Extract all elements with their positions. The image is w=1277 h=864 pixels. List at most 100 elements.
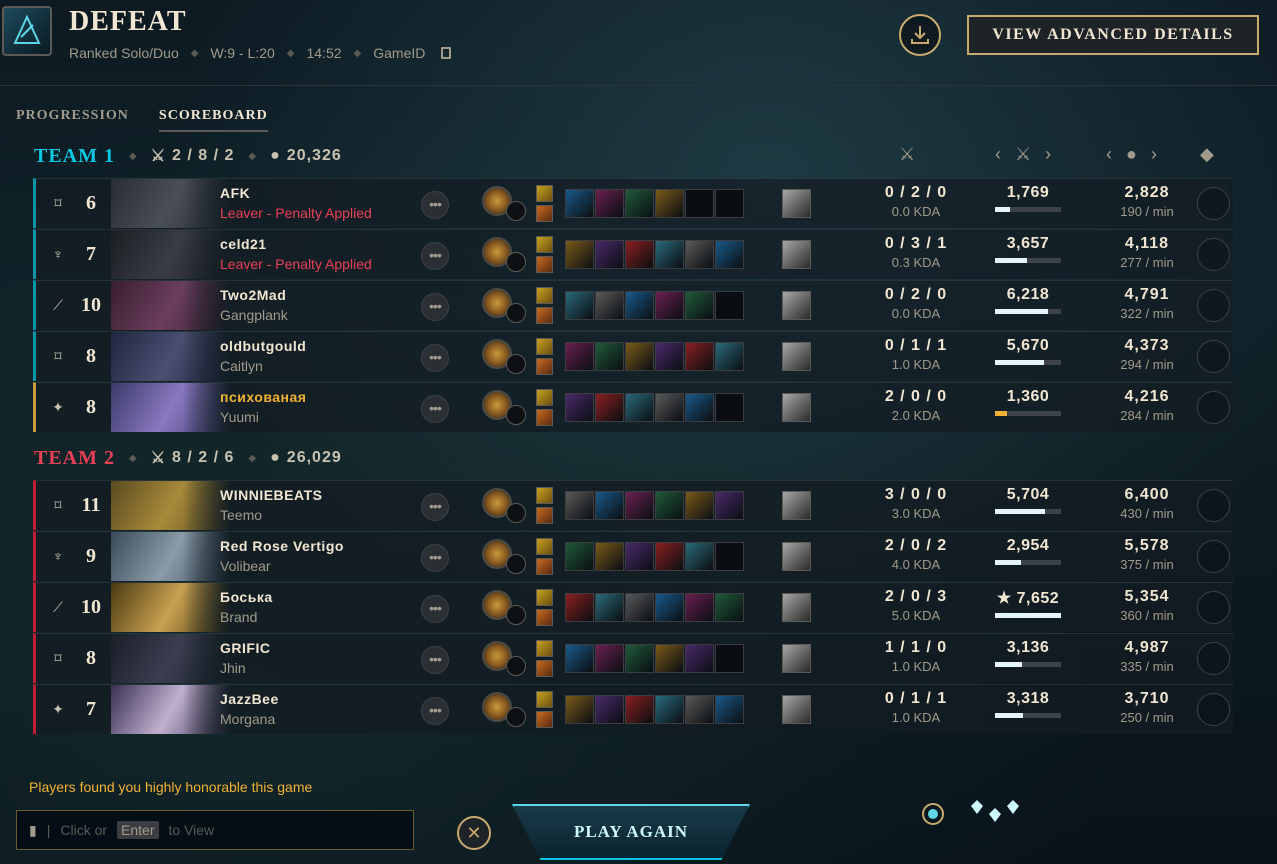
chat-input[interactable]: ▮ | Click or Enter to View	[16, 810, 414, 850]
trinket-slot[interactable]	[782, 644, 811, 673]
item-slot[interactable]	[565, 393, 594, 422]
item-slot[interactable]	[595, 542, 624, 571]
item-slot[interactable]	[715, 644, 744, 673]
trinket-slot[interactable]	[782, 491, 811, 520]
item-slot[interactable]	[595, 189, 624, 218]
play-again-button[interactable]: PLAY AGAIN	[512, 804, 750, 860]
item-slot[interactable]	[595, 593, 624, 622]
item-slot[interactable]	[655, 644, 684, 673]
tab-progression[interactable]: PROGRESSION	[16, 108, 129, 132]
item-slot[interactable]	[655, 189, 684, 218]
item-slot[interactable]	[715, 593, 744, 622]
item-slot[interactable]	[565, 189, 594, 218]
more-options-button[interactable]: •••	[421, 395, 449, 423]
trinket-slot[interactable]	[782, 593, 811, 622]
item-slot[interactable]	[595, 644, 624, 673]
player-row[interactable]: ♆ 7 celd21 Leaver - Penalty Applied ••• …	[33, 229, 1233, 279]
item-slot[interactable]	[685, 342, 714, 371]
player-row[interactable]: ⟋ 10 Боська Brand ••• 2 / 0 / 3 5.0 KDA …	[33, 582, 1233, 632]
item-slot[interactable]	[655, 542, 684, 571]
item-slot[interactable]	[625, 695, 654, 724]
download-button[interactable]	[899, 14, 941, 56]
item-slot[interactable]	[715, 393, 744, 422]
item-slot[interactable]	[625, 644, 654, 673]
more-options-button[interactable]: •••	[421, 493, 449, 521]
chevron-right-icon[interactable]: ›	[1045, 144, 1051, 165]
trinket-slot[interactable]	[782, 342, 811, 371]
item-slot[interactable]	[565, 240, 594, 269]
item-slot[interactable]	[565, 695, 594, 724]
item-slot[interactable]	[625, 491, 654, 520]
gold-column-header[interactable]: ‹ ● ›	[1106, 144, 1157, 165]
trinket-slot[interactable]	[782, 240, 811, 269]
more-options-button[interactable]: •••	[421, 293, 449, 321]
more-options-button[interactable]: •••	[421, 697, 449, 725]
item-slot[interactable]	[715, 240, 744, 269]
player-name[interactable]: Боська	[220, 589, 273, 605]
player-name[interactable]: oldbutgould	[220, 338, 306, 354]
item-slot[interactable]	[715, 491, 744, 520]
item-slot[interactable]	[625, 189, 654, 218]
item-slot[interactable]	[655, 491, 684, 520]
player-row[interactable]: ⌑ 8 oldbutgould Caitlyn ••• 0 / 1 / 1 1.…	[33, 331, 1233, 381]
item-slot[interactable]	[625, 291, 654, 320]
item-slot[interactable]	[595, 291, 624, 320]
item-slot[interactable]	[625, 393, 654, 422]
item-slot[interactable]	[685, 291, 714, 320]
player-row[interactable]: ✦ 8 психованая Yuumi ••• 2 / 0 / 0 2.0 K…	[33, 382, 1233, 432]
player-name[interactable]: психованая	[220, 389, 306, 405]
item-slot[interactable]	[685, 393, 714, 422]
item-slot[interactable]	[685, 695, 714, 724]
more-options-button[interactable]: •••	[421, 344, 449, 372]
player-row[interactable]: ⟋ 10 Two2Mad Gangplank ••• 0 / 2 / 0 0.0…	[33, 280, 1233, 330]
item-slot[interactable]	[595, 240, 624, 269]
item-slot[interactable]	[565, 491, 594, 520]
item-slot[interactable]	[685, 593, 714, 622]
more-options-button[interactable]: •••	[421, 191, 449, 219]
player-name[interactable]: JazzBee	[220, 691, 279, 707]
item-slot[interactable]	[715, 542, 744, 571]
item-slot[interactable]	[565, 291, 594, 320]
item-slot[interactable]	[625, 593, 654, 622]
copy-icon[interactable]	[441, 47, 452, 59]
more-options-button[interactable]: •••	[421, 544, 449, 572]
tab-scoreboard[interactable]: SCOREBOARD	[158, 108, 268, 132]
item-slot[interactable]	[655, 593, 684, 622]
item-slot[interactable]	[655, 695, 684, 724]
item-slot[interactable]	[685, 491, 714, 520]
item-slot[interactable]	[655, 240, 684, 269]
item-slot[interactable]	[715, 291, 744, 320]
item-slot[interactable]	[595, 491, 624, 520]
more-options-button[interactable]: •••	[421, 595, 449, 623]
chevron-right-icon[interactable]: ›	[1151, 144, 1157, 165]
chevron-left-icon[interactable]: ‹	[995, 144, 1001, 165]
item-slot[interactable]	[685, 644, 714, 673]
player-name[interactable]: Red Rose Vertigo	[220, 538, 344, 554]
player-row[interactable]: ⌑ 8 GRIFIC Jhin ••• 1 / 1 / 0 1.0 KDA 3,…	[33, 633, 1233, 683]
player-row[interactable]: ✦ 7 JazzBee Morgana ••• 0 / 1 / 1 1.0 KD…	[33, 684, 1233, 734]
more-options-button[interactable]: •••	[421, 242, 449, 270]
chevron-left-icon[interactable]: ‹	[1106, 144, 1112, 165]
item-slot[interactable]	[685, 240, 714, 269]
item-slot[interactable]	[625, 342, 654, 371]
player-row[interactable]: ⌑ 6 AFK Leaver - Penalty Applied ••• 0 /…	[33, 178, 1233, 228]
trinket-slot[interactable]	[782, 393, 811, 422]
item-slot[interactable]	[595, 342, 624, 371]
trinket-slot[interactable]	[782, 542, 811, 571]
more-options-button[interactable]: •••	[421, 646, 449, 674]
item-slot[interactable]	[595, 695, 624, 724]
item-slot[interactable]	[655, 291, 684, 320]
item-slot[interactable]	[685, 189, 714, 218]
mute-icon[interactable]: ▮	[29, 822, 37, 839]
view-advanced-details-button[interactable]: VIEW ADVANCED DETAILS	[967, 15, 1259, 55]
item-slot[interactable]	[565, 593, 594, 622]
item-slot[interactable]	[565, 542, 594, 571]
item-slot[interactable]	[655, 342, 684, 371]
player-row[interactable]: ⌑ 11 WINNIEBEATS Teemo ••• 3 / 0 / 0 3.0…	[33, 480, 1233, 530]
item-slot[interactable]	[595, 393, 624, 422]
close-button[interactable]: ✕	[457, 816, 491, 850]
player-name[interactable]: AFK	[220, 185, 250, 201]
item-slot[interactable]	[685, 542, 714, 571]
damage-column-header[interactable]: ‹ ⚔ ›	[995, 144, 1051, 165]
player-name[interactable]: GRIFIC	[220, 640, 270, 656]
